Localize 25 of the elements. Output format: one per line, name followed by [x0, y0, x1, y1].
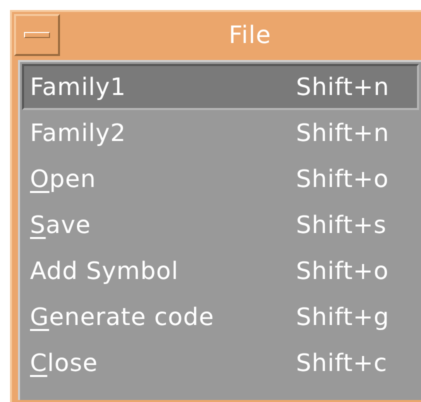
menu-item-label: Add Symbol — [29, 256, 180, 287]
shortcut-text: Shift+o — [296, 256, 389, 287]
minimize-icon — [24, 32, 50, 38]
menu-item[interactable]: Open Shift+o — [22, 156, 419, 202]
menu-item[interactable]: Close Shift+c — [22, 340, 419, 386]
menu-item-label: Open — [29, 164, 98, 195]
title-bar[interactable]: File — [60, 14, 421, 56]
menu-item[interactable]: Family2 Shift+n — [22, 110, 419, 156]
shortcut-text: Shift+s — [296, 210, 387, 241]
shortcut-text: Shift+c — [296, 348, 388, 379]
shortcut-text: Shift+n — [296, 118, 390, 149]
menu-item[interactable]: Family1 Shift+n — [22, 64, 419, 110]
menu-item-label: Generate code — [29, 302, 216, 333]
menu-item[interactable]: Generate code Shift+g — [22, 294, 419, 340]
menu-item-label: Close — [29, 348, 99, 379]
shortcut-text: Shift+n — [296, 72, 390, 103]
menu-item[interactable]: Save Shift+s — [22, 202, 419, 248]
window-menu-button[interactable] — [14, 14, 60, 56]
menu-item[interactable]: Add Symbol Shift+o — [22, 248, 419, 294]
shortcut-text: Shift+g — [296, 302, 390, 333]
window-title: File — [228, 20, 272, 51]
shortcut-text: Shift+o — [296, 164, 389, 195]
menu-item-label: Save — [29, 210, 92, 241]
menu-item-label: Family2 — [29, 118, 127, 149]
menu-item-label: Family1 — [29, 72, 127, 103]
